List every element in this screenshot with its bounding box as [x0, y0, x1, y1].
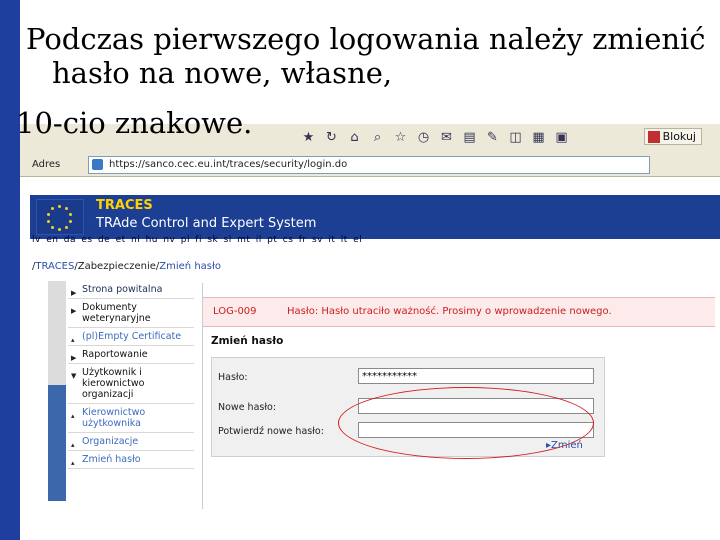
breadcrumb-change-password[interactable]: Zmień hasło [159, 261, 221, 272]
traces-page: TRACES TRAde Control and Expert System l… [20, 177, 720, 540]
error-code: LOG-009 [213, 306, 257, 317]
menu-item-label: Kierownictwo użytkownika [82, 407, 146, 429]
menu-item-organisations[interactable]: ▴ Organizacje [68, 433, 194, 451]
address-field[interactable]: https://sanco.cec.eu.int/traces/security… [88, 156, 650, 174]
language-bar[interactable]: lv en da es de et nl hu nv pl fi sk sl m… [32, 235, 362, 245]
menu-item-label: Użytkownik i kierownictwo organizacji [82, 367, 145, 400]
arrow-right-icon: ▶ [71, 289, 77, 297]
banner-title: TRACES [96, 198, 153, 213]
password-label: Hasło: [218, 372, 248, 383]
highlight-ellipse [338, 387, 594, 459]
page-icon [92, 159, 103, 170]
menu-item-empty-certificate[interactable]: ▴ (pl)Empty Certificate [68, 328, 194, 346]
address-url: https://sanco.cec.eu.int/traces/security… [109, 159, 348, 170]
arrow-right-icon: ▶ [71, 307, 77, 315]
arrow-right-icon: ▶ [71, 354, 77, 362]
eu-flag-icon [36, 199, 84, 235]
menu-item-label: Raportowanie [82, 349, 148, 360]
breadcrumb: /TRACES/Zabezpieczenie/Zmień hasło [32, 261, 221, 272]
address-bar: Adres https://sanco.cec.eu.int/traces/se… [20, 154, 720, 177]
menu-item-vet-documents[interactable]: ▶ Dokumenty weterynaryjne [68, 299, 194, 328]
menu-item-welcome[interactable]: ▶ Strona powitalna [68, 281, 194, 299]
side-menu: ▶ Strona powitalna ▶ Dokumenty weterynaryj… [68, 281, 194, 469]
new-password-label: Nowe hasło: [218, 402, 277, 413]
arrow-down-icon: ▼ [71, 372, 77, 380]
menu-item-reporting[interactable]: ▶ Raportowanie [68, 346, 194, 364]
password-input[interactable]: *********** [358, 368, 594, 384]
banner-subtitle: TRAde Control and Expert System [96, 216, 317, 231]
breadcrumb-security[interactable]: Zabezpieczenie [78, 261, 156, 272]
menu-item-label: Dokumenty weterynaryjne [82, 302, 151, 324]
caption-line-3: 10-cio znakowe. [16, 106, 253, 140]
form-title: Zmień hasło [211, 335, 284, 347]
menu-item-label: Zmień hasło [82, 454, 141, 465]
slide-left-bar [0, 0, 20, 540]
menu-item-user-management[interactable]: ▼ Użytkownik i kierownictwo organizacji [68, 364, 194, 404]
confirm-password-label: Potwierdź nowe hasło: [218, 426, 324, 437]
menu-item-label: Organizacje [82, 436, 139, 447]
error-message: Hasło: Hasło utraciło ważność. Prosimy o… [287, 306, 612, 317]
arrow-right-icon: ▴ [71, 441, 75, 449]
breadcrumb-traces[interactable]: TRACES [35, 261, 74, 272]
menu-strip-active [48, 385, 66, 501]
menu-item-label: (pl)Empty Certificate [82, 331, 182, 342]
address-label: Adres [32, 159, 61, 170]
arrow-right-icon: ▴ [71, 336, 75, 344]
menu-item-label: Strona powitalna [82, 284, 163, 295]
error-message-bar: LOG-009 Hasło: Hasło utraciło ważność. P… [203, 297, 715, 327]
caption-line-1: Podczas pierwszego logowania należy zmie… [26, 22, 706, 56]
caption-line-2: hasło na nowe, własne, [52, 56, 393, 90]
traces-banner: TRACES TRAde Control and Expert System [30, 195, 720, 239]
menu-item-user-direction[interactable]: ▴ Kierownictwo użytkownika [68, 404, 194, 433]
arrow-right-icon: ▴ [71, 459, 75, 467]
menu-item-change-password[interactable]: ▴ Zmień hasło [68, 451, 194, 469]
arrow-right-icon: ▴ [71, 412, 75, 420]
slide-caption: Podczas pierwszego logowania należy zmie… [16, 22, 716, 140]
